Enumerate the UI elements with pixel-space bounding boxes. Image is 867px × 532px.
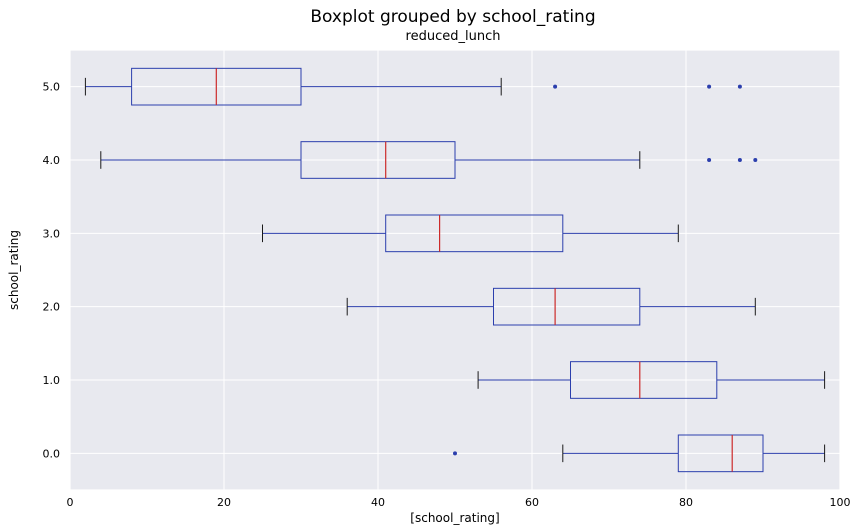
x-tick-label: 60 — [525, 496, 539, 509]
x-axis-label: [school_rating] — [410, 511, 499, 525]
outlier — [553, 85, 557, 89]
plot-background — [70, 50, 840, 490]
x-tick-label: 80 — [679, 496, 693, 509]
chart-subtitle: reduced_lunch — [406, 29, 501, 44]
boxplot-chart: Boxplot grouped by school_rating reduced… — [0, 0, 867, 532]
y-tick-label: 5.0 — [43, 81, 61, 94]
y-axis-label: school_rating — [7, 230, 21, 310]
x-tick-label: 100 — [830, 496, 851, 509]
outlier — [707, 158, 711, 162]
y-tick-label: 2.0 — [43, 301, 61, 314]
outlier — [738, 85, 742, 89]
y-tick-label: 1.0 — [43, 374, 61, 387]
x-tick-label: 0 — [67, 496, 74, 509]
outlier — [453, 451, 457, 455]
outlier — [707, 85, 711, 89]
chart-title: Boxplot grouped by school_rating — [310, 7, 595, 27]
x-tick-label: 20 — [217, 496, 231, 509]
outlier — [753, 158, 757, 162]
y-tick-label: 3.0 — [43, 227, 61, 240]
x-tick-label: 40 — [371, 496, 385, 509]
y-tick-label: 4.0 — [43, 154, 61, 167]
y-tick-label: 0.0 — [43, 447, 61, 460]
outlier — [738, 158, 742, 162]
